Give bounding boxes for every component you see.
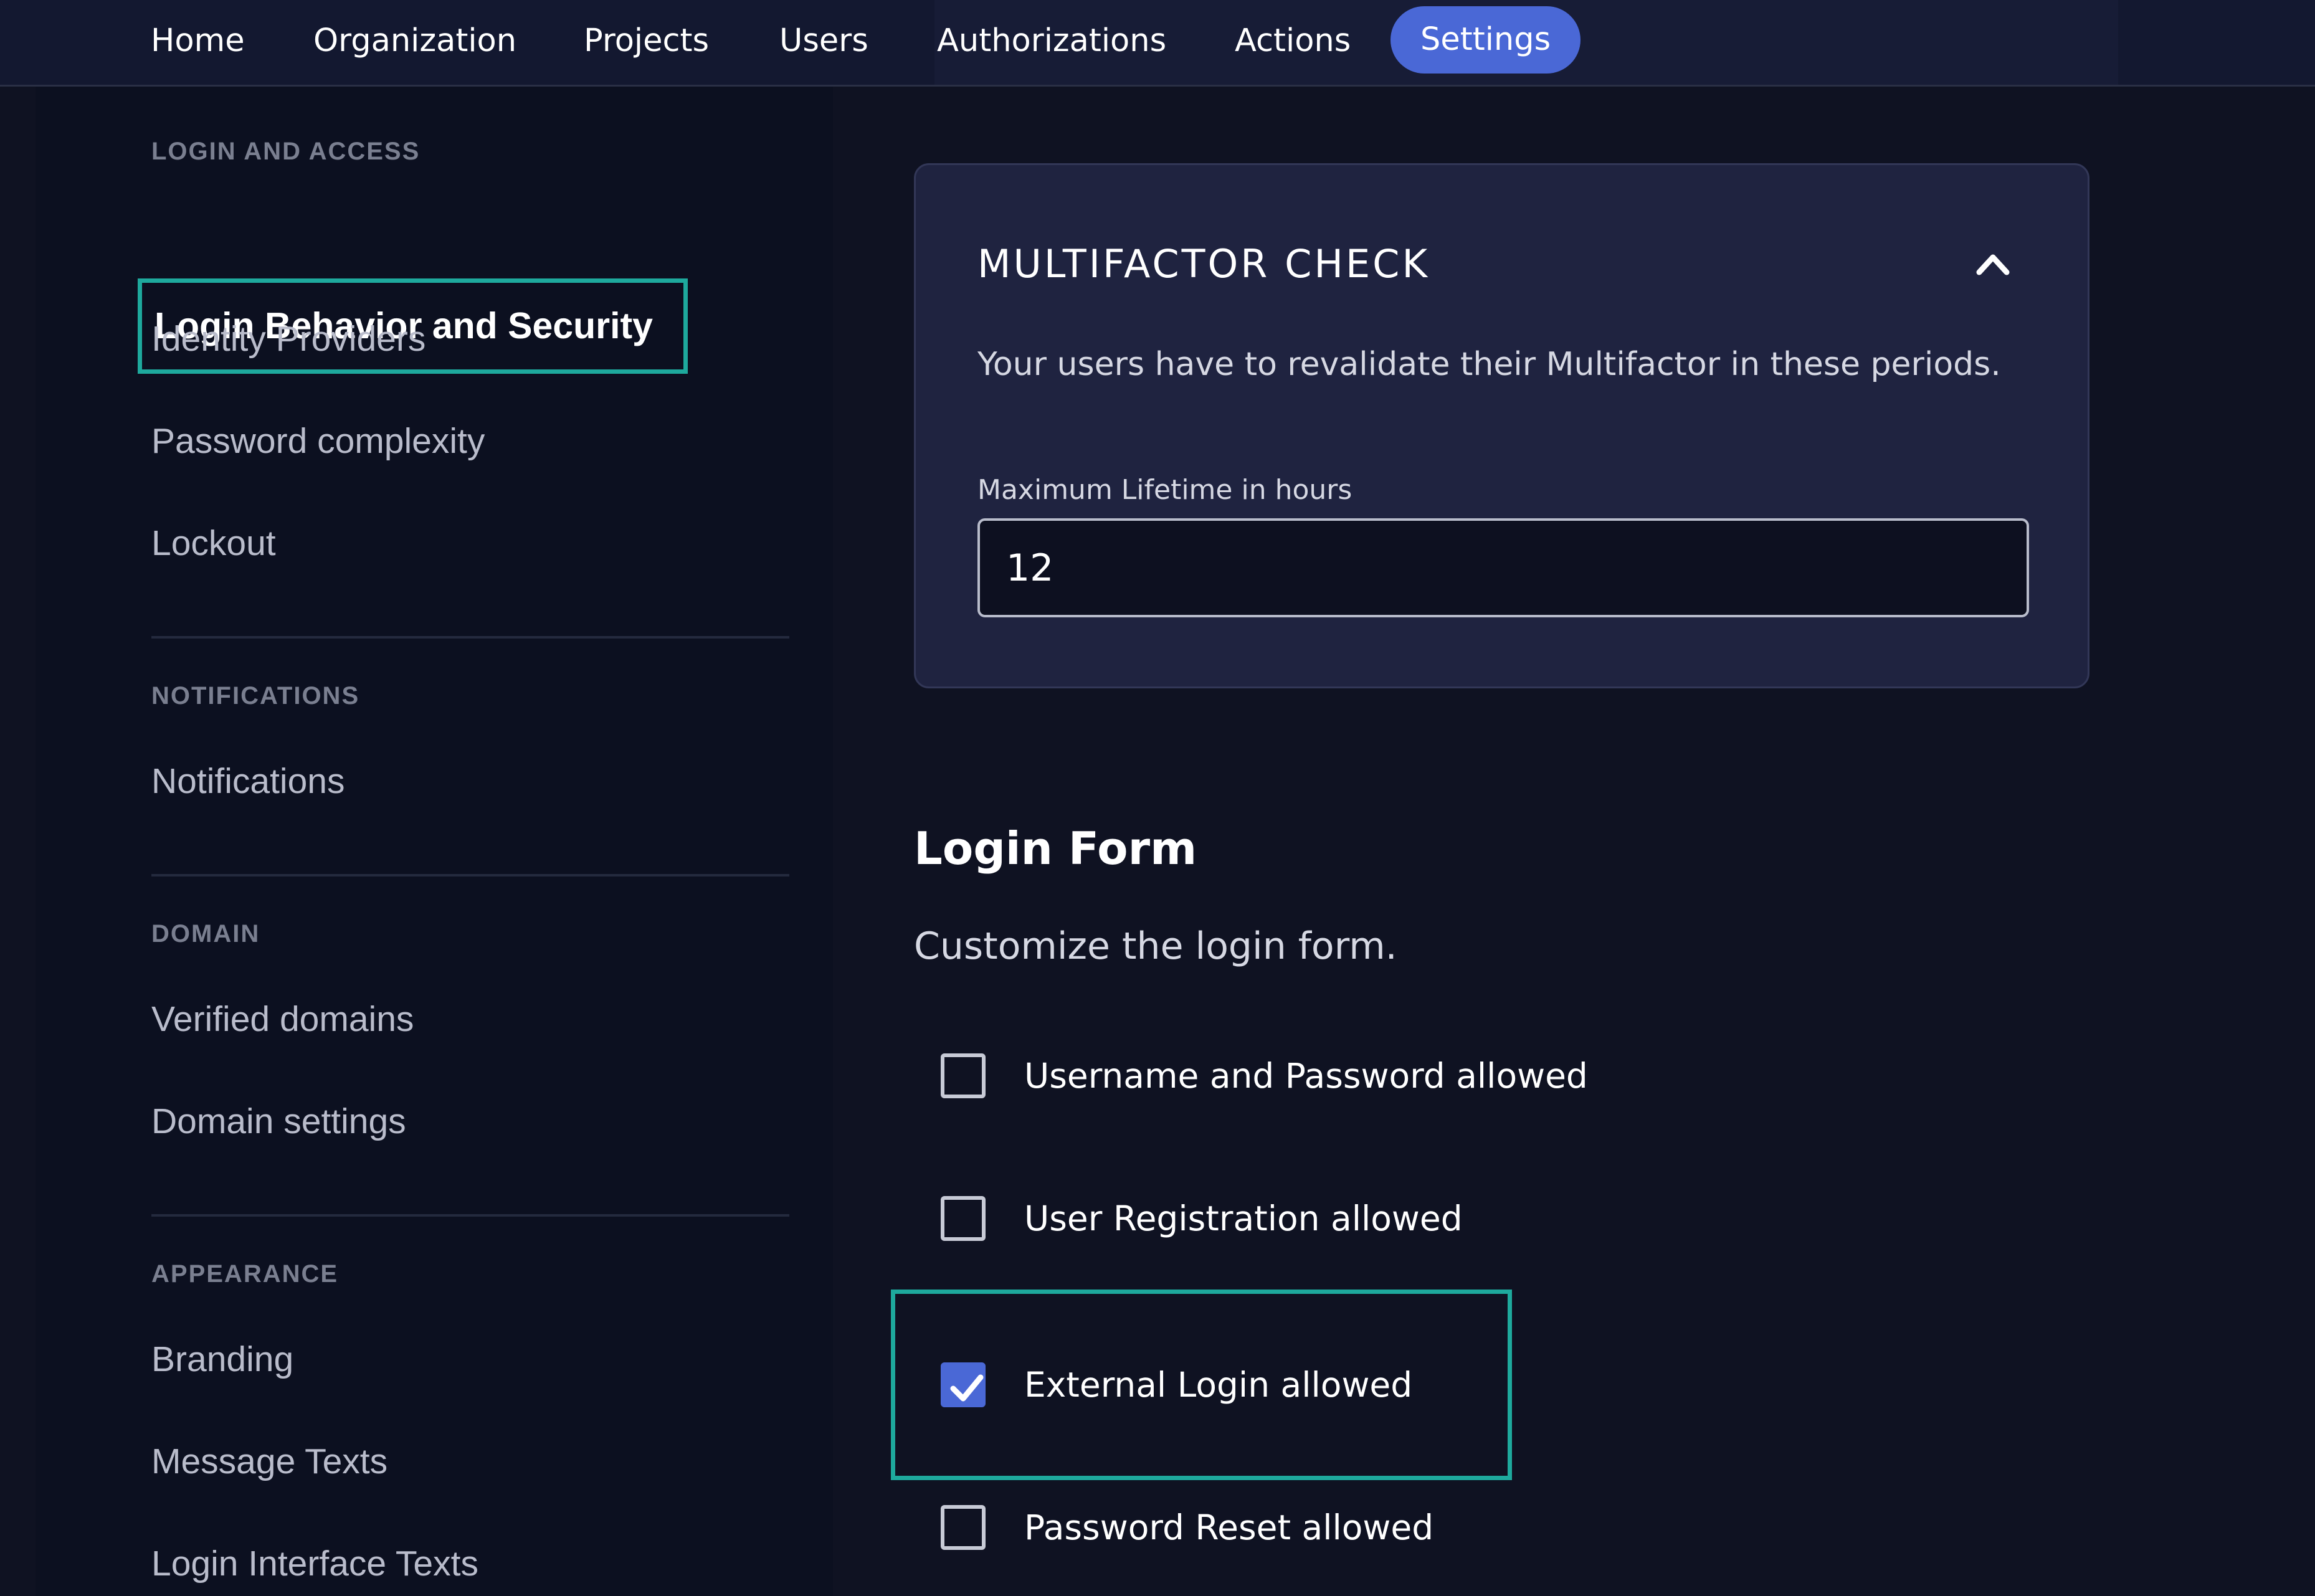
- max-lifetime-label: Maximum Lifetime in hours: [977, 474, 1352, 506]
- sidebar-heading-domain: DOMAIN: [151, 920, 260, 948]
- checkbox[interactable]: [941, 1196, 986, 1241]
- sidebar-divider: [151, 636, 789, 639]
- checkbox-checked[interactable]: [941, 1362, 986, 1407]
- option-external-login[interactable]: External Login allowed: [941, 1361, 1412, 1408]
- nav-settings[interactable]: Settings: [1390, 6, 1581, 74]
- sidebar-divider: [151, 874, 789, 876]
- nav-home[interactable]: Home: [151, 20, 245, 62]
- option-label: User Registration allowed: [1024, 1199, 1463, 1238]
- sidebar-item-notifications[interactable]: Notifications: [151, 761, 345, 802]
- sidebar-divider: [151, 1214, 789, 1217]
- multifactor-check-card: MULTIFACTOR CHECK Your users have to rev…: [914, 163, 2089, 688]
- sidebar-item-password-complexity[interactable]: Password complexity: [151, 420, 485, 462]
- sidebar-item-domain-settings[interactable]: Domain settings: [151, 1101, 406, 1142]
- card-title: MULTIFACTOR CHECK: [977, 241, 1430, 287]
- max-lifetime-input[interactable]: [977, 518, 2029, 617]
- card-description: Your users have to revalidate their Mult…: [977, 346, 2001, 383]
- settings-sidebar: LOGIN AND ACCESS Login Behavior and Secu…: [36, 87, 833, 1596]
- nav-projects[interactable]: Projects: [584, 20, 709, 62]
- nav-authorizations[interactable]: Authorizations: [937, 20, 1166, 62]
- sidebar-heading-login-access: LOGIN AND ACCESS: [151, 138, 421, 165]
- checkbox[interactable]: [941, 1505, 986, 1550]
- option-username-password[interactable]: Username and Password allowed: [941, 1052, 1588, 1100]
- sidebar-item-branding[interactable]: Branding: [151, 1339, 293, 1380]
- top-navigation: Home Organization Projects Users Authori…: [0, 0, 2315, 87]
- chevron-up-icon[interactable]: [1973, 247, 2013, 280]
- sidebar-item-message-texts[interactable]: Message Texts: [151, 1441, 387, 1482]
- nav-organization[interactable]: Organization: [313, 20, 516, 62]
- nav-actions[interactable]: Actions: [1235, 20, 1351, 62]
- sidebar-heading-notifications: NOTIFICATIONS: [151, 682, 360, 710]
- sidebar-item-verified-domains[interactable]: Verified domains: [151, 999, 414, 1040]
- option-password-reset[interactable]: Password Reset allowed: [941, 1504, 1433, 1551]
- option-label: Username and Password allowed: [1024, 1056, 1588, 1096]
- sidebar-item-login-interface-texts[interactable]: Login Interface Texts: [151, 1543, 478, 1584]
- sidebar-item-identity-providers[interactable]: Identity Providers: [151, 318, 425, 359]
- checkbox[interactable]: [941, 1053, 986, 1098]
- login-form-title: Login Form: [914, 822, 1197, 875]
- option-user-registration[interactable]: User Registration allowed: [941, 1195, 1463, 1242]
- login-form-description: Customize the login form.: [914, 924, 1397, 968]
- nav-users[interactable]: Users: [779, 20, 868, 62]
- checkmark-icon: [950, 1374, 984, 1402]
- sidebar-heading-appearance: APPEARANCE: [151, 1260, 339, 1288]
- option-label: External Login allowed: [1024, 1365, 1413, 1405]
- sidebar-item-lockout[interactable]: Lockout: [151, 523, 276, 564]
- option-label: Password Reset allowed: [1024, 1508, 1434, 1547]
